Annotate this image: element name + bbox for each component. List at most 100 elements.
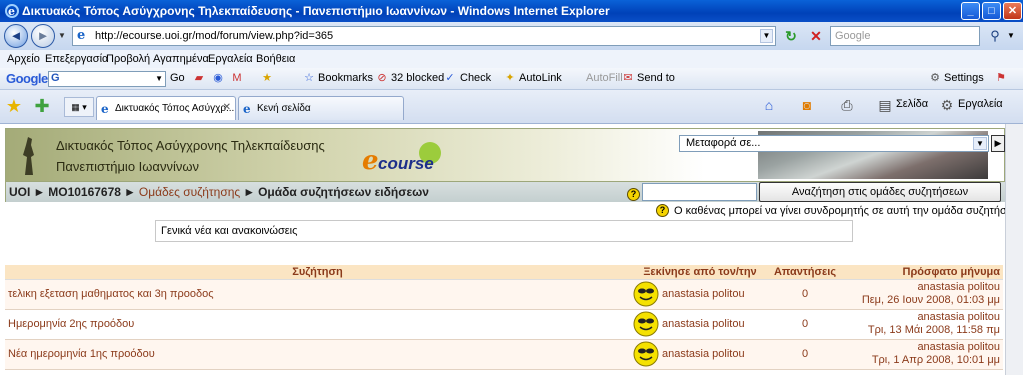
stop-button[interactable]: ✕ bbox=[805, 26, 827, 46]
site-title: Δικτυακός Τόπος Ασύγχρονης Τηλεκπαίδευση… bbox=[56, 138, 325, 153]
sendto-button[interactable]: Send to bbox=[637, 72, 675, 84]
close-window-button[interactable]: ✕ bbox=[1003, 2, 1022, 20]
tab-current-label: Δικτυακός Τόπος Ασύγχρ... bbox=[115, 103, 235, 114]
maximize-button[interactable]: □ bbox=[982, 2, 1001, 20]
quick-tabs-button[interactable]: ▦ ▾ bbox=[64, 97, 94, 117]
discussion-link[interactable]: τελικη εξεταση μαθηματος και 3η προοδος bbox=[8, 288, 214, 300]
address-dropdown-icon[interactable]: ▼ bbox=[760, 29, 773, 43]
breadcrumb-uoi[interactable]: UOI bbox=[9, 185, 30, 199]
tab-close-icon[interactable]: ✕ bbox=[223, 102, 231, 113]
table-row: τελικη εξεταση μαθηματος και 3η προοδος … bbox=[5, 278, 1003, 309]
print-icon[interactable]: ⎙ bbox=[838, 96, 856, 114]
page-content: Δικτυακός Τόπος Ασύγχρονης Τηλεκπαίδευση… bbox=[0, 124, 1023, 375]
search-help-icon[interactable]: ? bbox=[627, 188, 640, 201]
google-search-input[interactable]: G ▼ bbox=[48, 71, 166, 87]
header-last-post[interactable]: Πρόσφατο μήνυμα bbox=[840, 265, 1003, 280]
autolink-button[interactable]: AutoLink bbox=[519, 72, 562, 84]
header-discussion[interactable]: Συζήτηση bbox=[5, 265, 630, 280]
search-input[interactable]: Google bbox=[830, 26, 980, 46]
last-post-date[interactable]: Τρι, 1 Απρ 2008, 10:01 μμ bbox=[843, 354, 1000, 367]
back-button[interactable]: ◄ bbox=[4, 24, 28, 48]
tab-ie-icon: e bbox=[101, 102, 109, 116]
last-post-author[interactable]: anastasia politou bbox=[843, 281, 1000, 294]
forum-search-input[interactable] bbox=[642, 183, 757, 201]
check-button[interactable]: Check bbox=[460, 72, 491, 84]
smiley-avatar-icon[interactable] bbox=[633, 311, 659, 337]
mail-icon[interactable]: M bbox=[230, 71, 244, 85]
table-header-row: Συζήτηση Ξεκίνησε από τον/την Απαντήσεις… bbox=[5, 265, 1003, 280]
jump-to-dropdown-icon[interactable]: ▼ bbox=[973, 137, 987, 150]
google-toolbar: Google G ▼ Go ▰ ◉ M ★ ☆ Bookmarks ⊘ 32 b… bbox=[0, 68, 1023, 90]
table-row: Νέα ημερομηνία 1ης προόδου anastasia pol… bbox=[5, 338, 1003, 369]
add-favorite-icon[interactable]: ✚ bbox=[32, 96, 52, 116]
favorites-star-icon[interactable]: ★ bbox=[4, 96, 24, 116]
jump-to-select[interactable]: Μεταφορά σε... ▼ bbox=[679, 135, 989, 152]
last-post-author[interactable]: anastasia politou bbox=[843, 311, 1000, 324]
vertical-scrollbar[interactable] bbox=[1005, 124, 1023, 375]
header-started-by[interactable]: Ξεκίνησε από τον/την bbox=[630, 265, 770, 280]
settings-button[interactable]: Settings bbox=[944, 72, 984, 84]
page-ie-icon: e bbox=[77, 28, 86, 43]
menu-edit[interactable]: Επεξεργασία bbox=[45, 53, 108, 65]
svg-text:course: course bbox=[378, 154, 434, 173]
popup-blocked-count[interactable]: 32 blocked bbox=[391, 72, 444, 84]
google-go-button[interactable]: Go bbox=[170, 72, 185, 84]
bookmarks-button[interactable]: Bookmarks bbox=[318, 72, 373, 84]
breadcrumb-forums[interactable]: Ομάδες συζήτησης bbox=[139, 185, 240, 199]
last-post-date[interactable]: Πεμ, 26 Ιουν 2008, 01:03 μμ bbox=[843, 294, 1000, 307]
autofill-button[interactable]: AutoFill bbox=[586, 72, 623, 84]
tools-gear-icon: ⚙ bbox=[940, 97, 954, 113]
last-post-date[interactable]: Τρι, 13 Μάι 2008, 11:58 πμ bbox=[843, 324, 1000, 337]
menu-help[interactable]: Βοήθεια bbox=[256, 53, 295, 65]
window-title-bar: e Δικτυακός Τόπος Ασύγχρονης Τηλεκπαίδευ… bbox=[0, 0, 1023, 22]
discussion-link[interactable]: Ημερομηνία 2ης προόδου bbox=[8, 318, 134, 330]
replies-count[interactable]: 0 bbox=[802, 348, 808, 360]
author-link[interactable]: anastasia politou bbox=[662, 348, 745, 360]
statue-logo-icon bbox=[23, 137, 34, 175]
replies-count[interactable]: 0 bbox=[802, 318, 808, 330]
table-row bbox=[5, 368, 1003, 373]
home-icon[interactable]: ⌂ bbox=[760, 96, 778, 114]
forum-search-button[interactable]: Αναζήτηση στις ομάδες συζητήσεων bbox=[759, 182, 1001, 202]
address-url[interactable]: http://ecourse.uoi.gr/mod/forum/view.php… bbox=[95, 30, 333, 42]
forward-button[interactable]: ► bbox=[31, 24, 55, 48]
replies-count[interactable]: 0 bbox=[802, 288, 808, 300]
header-replies[interactable]: Απαντήσεις bbox=[770, 265, 840, 280]
popup-blocker-icon: ⊘ bbox=[377, 72, 387, 84]
pagerank-icon[interactable]: ▰ bbox=[192, 71, 206, 85]
tab-current[interactable]: e Δικτυακός Τόπος Ασύγχρ... ✕ bbox=[96, 96, 236, 120]
author-link[interactable]: anastasia politou bbox=[662, 318, 745, 330]
author-link[interactable]: anastasia politou bbox=[662, 288, 745, 300]
discussion-link[interactable]: Νέα ημερομηνία 1ης προόδου bbox=[8, 348, 155, 360]
google-search-dropdown-icon[interactable]: ▼ bbox=[155, 74, 163, 83]
tools-menu-button[interactable]: Εργαλεία bbox=[958, 98, 1003, 110]
menu-view[interactable]: Προβολή bbox=[106, 53, 150, 65]
page-menu-button[interactable]: Σελίδα bbox=[896, 98, 928, 110]
address-bar-row: ◄ ► ▼ e http://ecourse.uoi.gr/mod/forum/… bbox=[0, 22, 1023, 50]
breadcrumb-course[interactable]: MO10167678 bbox=[48, 185, 121, 199]
minimize-button[interactable]: _ bbox=[961, 2, 980, 20]
menu-favorites[interactable]: Αγαπημένα bbox=[153, 53, 209, 65]
tab-blank[interactable]: e Κενή σελίδα bbox=[238, 96, 404, 120]
subscribe-help-icon[interactable]: ? bbox=[656, 204, 669, 217]
google-logo[interactable]: Google bbox=[6, 71, 48, 86]
search-options-icon[interactable]: ▼ bbox=[1007, 31, 1015, 40]
smiley-avatar-icon[interactable] bbox=[633, 341, 659, 367]
menu-file[interactable]: Αρχείο bbox=[7, 53, 40, 65]
discussion-table: Συζήτηση Ξεκίνησε από τον/την Απαντήσεις… bbox=[5, 265, 1003, 373]
last-post-author[interactable]: anastasia politou bbox=[843, 341, 1000, 354]
spellcheck-icon: ✓ bbox=[445, 72, 455, 84]
gmail-icon[interactable]: ◉ bbox=[211, 71, 225, 85]
gadget-icon[interactable]: ★ bbox=[260, 71, 274, 85]
address-field[interactable]: e http://ecourse.uoi.gr/mod/forum/view.p… bbox=[72, 26, 776, 46]
refresh-button[interactable]: ↻ bbox=[780, 26, 802, 46]
smiley-avatar-icon[interactable] bbox=[633, 281, 659, 307]
search-icon[interactable]: ⚲ bbox=[984, 26, 1006, 46]
history-dropdown-icon[interactable]: ▼ bbox=[58, 31, 66, 40]
jump-go-button[interactable]: ▶ bbox=[991, 135, 1005, 152]
menu-bar: Αρχείο Επεξεργασία Προβολή Αγαπημένα Εργ… bbox=[0, 50, 1023, 68]
tab-bar: ★ ✚ ▦ ▾ e Δικτυακός Τόπος Ασύγχρ... ✕ e … bbox=[0, 90, 1023, 124]
feeds-icon[interactable]: ◙ bbox=[798, 96, 816, 114]
translate-icon[interactable]: ⚑ bbox=[994, 71, 1008, 85]
menu-tools[interactable]: Εργαλεία bbox=[208, 53, 253, 65]
